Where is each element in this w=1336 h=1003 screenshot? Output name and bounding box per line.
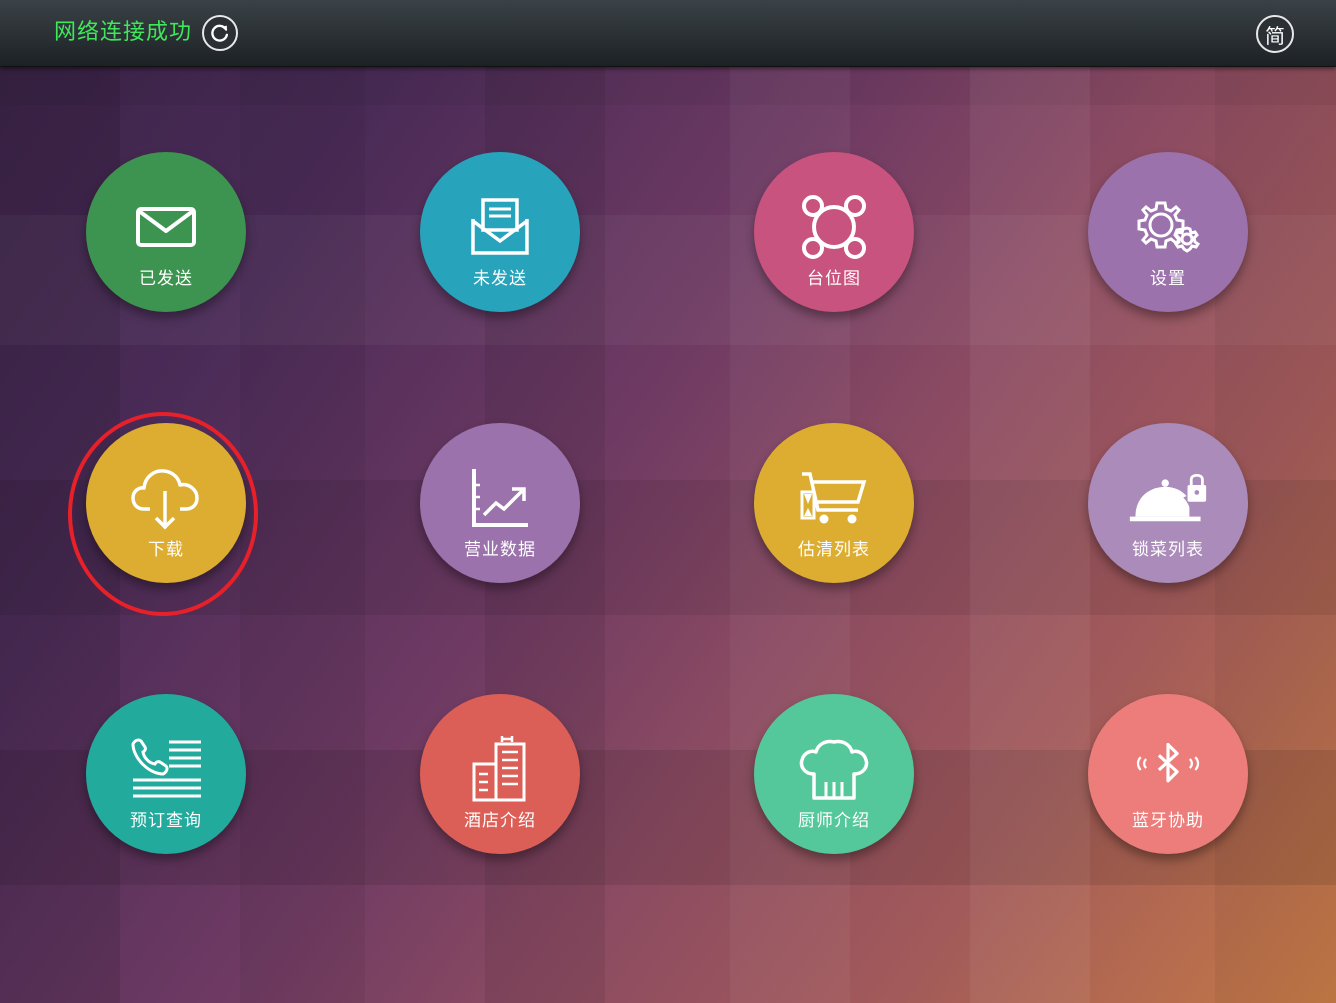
growth-chart-icon: [460, 461, 540, 535]
tile-label: 估清列表: [798, 540, 870, 560]
cloud-download-icon: [126, 461, 206, 535]
bluetooth-icon: [1128, 732, 1208, 806]
connection-status: 网络连接成功: [54, 20, 193, 45]
phone-list-icon: [126, 732, 206, 806]
tile-label: 预订查询: [130, 811, 202, 831]
tile-settings[interactable]: 设置: [1088, 152, 1248, 312]
gears-icon: [1128, 190, 1208, 264]
tile-bluetooth-assist[interactable]: 蓝牙协助: [1088, 694, 1248, 854]
refresh-button[interactable]: [202, 15, 238, 51]
shopping-cart-icon: [794, 461, 874, 535]
refresh-icon: [211, 24, 229, 42]
tile-unsent[interactable]: 未发送: [420, 152, 580, 312]
tile-label: 台位图: [807, 269, 861, 289]
envelope-document-icon: [460, 190, 540, 264]
tile-label: 锁菜列表: [1132, 540, 1204, 560]
tile-sold-out-list[interactable]: 估清列表: [754, 423, 914, 583]
tile-label: 厨师介绍: [798, 811, 870, 831]
tile-locked-dishes[interactable]: 锁菜列表: [1088, 423, 1248, 583]
tile-label: 已发送: [139, 269, 193, 289]
tile-hotel-intro[interactable]: 酒店介绍: [420, 694, 580, 854]
tile-label: 蓝牙协助: [1132, 811, 1204, 831]
tile-download[interactable]: 下载: [86, 423, 246, 583]
mail-icon: [126, 190, 206, 264]
tile-label: 营业数据: [464, 540, 536, 560]
tile-sent[interactable]: 已发送: [86, 152, 246, 312]
chef-hat-icon: [794, 732, 874, 806]
locked-cloche-icon: [1128, 461, 1208, 535]
tile-label: 未发送: [473, 269, 527, 289]
tile-table-layout[interactable]: 台位图: [754, 152, 914, 312]
top-bar: 网络连接成功 简: [0, 0, 1336, 67]
tile-chef-intro[interactable]: 厨师介绍: [754, 694, 914, 854]
tile-reservation-query[interactable]: 预订查询: [86, 694, 246, 854]
tile-label: 设置: [1150, 269, 1186, 289]
tile-label: 下载: [148, 540, 184, 560]
tile-business-data[interactable]: 营业数据: [420, 423, 580, 583]
language-toggle-button[interactable]: 简: [1256, 15, 1294, 53]
tile-label: 酒店介绍: [464, 811, 536, 831]
hotel-building-icon: [460, 732, 540, 806]
table-layout-icon: [794, 190, 874, 264]
